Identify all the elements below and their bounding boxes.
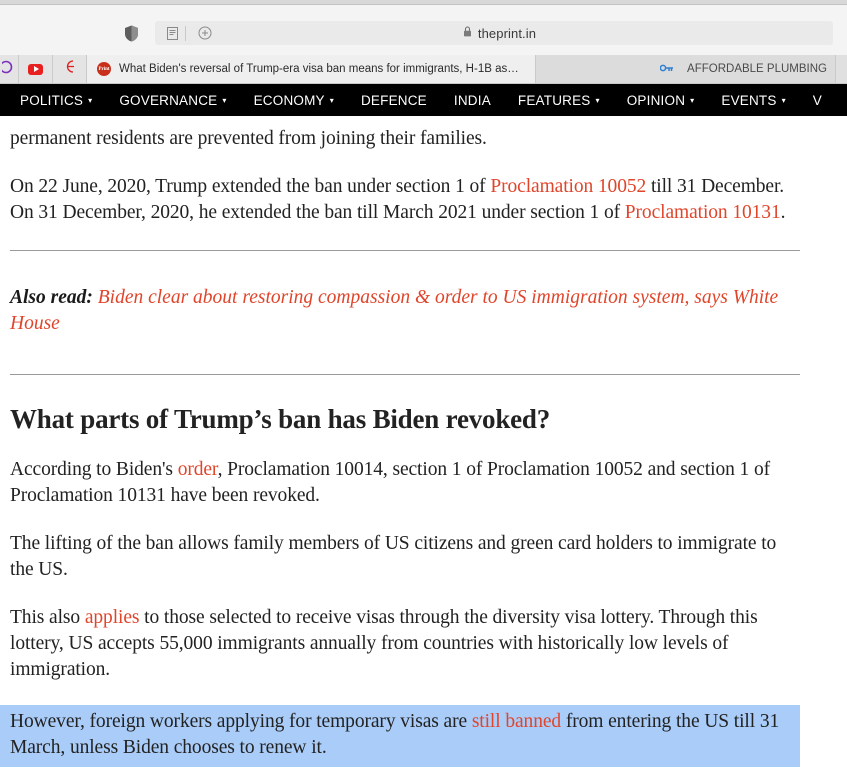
link-proclamation-10131[interactable]: Proclamation 10131 <box>625 202 781 223</box>
nav-label: FEATURES <box>517 92 591 108</box>
nav-label: ECONOMY <box>253 92 325 108</box>
url-text: theprint.in <box>477 25 537 41</box>
red-crescent-icon <box>62 59 77 79</box>
chevron-down-icon: ▾ <box>781 96 786 105</box>
chevron-down-icon: ▾ <box>88 96 93 105</box>
nav-item-events[interactable]: EVENTS ▾ <box>721 93 785 108</box>
zoom-in-icon[interactable] <box>194 23 216 43</box>
nav-label: OPINION <box>626 92 686 108</box>
text-fragment: . <box>780 202 786 223</box>
link-also-read[interactable]: Biden clear about restoring compassion &… <box>10 287 778 334</box>
nav-label: DEFENCE <box>360 92 427 108</box>
link-proclamation-10052[interactable]: Proclamation 10052 <box>490 176 646 197</box>
also-read-block: Also read: Biden clear about restoring c… <box>10 285 800 337</box>
paragraph-selected: However, foreign workers applying for te… <box>0 705 800 767</box>
pinned-tab-youtube[interactable] <box>19 55 53 83</box>
nav-item-features[interactable]: FEATURES ▾ <box>518 93 600 108</box>
text-fragment: However, foreign workers applying for te… <box>10 711 472 732</box>
paragraph-lottery: This also applies to those selected to r… <box>10 605 800 683</box>
chevron-down-icon: ▾ <box>690 96 695 105</box>
tab-active[interactable]: Print What Biden's reversal of Trump-era… <box>87 55 536 83</box>
nav-label: EVENTS <box>721 92 777 108</box>
purple-circle-icon <box>0 60 16 79</box>
nav-item-economy[interactable]: ECONOMY ▾ <box>254 93 334 108</box>
nav-label: POLITICS <box>20 92 84 108</box>
nav-item-governance[interactable]: GOVERNANCE ▾ <box>119 93 226 108</box>
url-bar[interactable]: theprint.in <box>155 21 833 45</box>
padlock-icon <box>463 24 472 42</box>
text-fragment: This also <box>10 607 85 628</box>
chevron-down-icon: ▾ <box>222 96 227 105</box>
section-heading: What parts of Trump’s ban has Biden revo… <box>10 404 551 434</box>
paragraph-order: According to Biden's order, Proclamation… <box>10 457 800 509</box>
tab-title: AFFORDABLE PLUMBING <box>687 63 827 75</box>
nav-label: GOVERNANCE <box>119 92 218 108</box>
browser-toolbar: theprint.in <box>0 5 847 55</box>
chevron-down-icon: ▾ <box>329 96 334 105</box>
key-icon <box>659 60 679 78</box>
chevron-down-icon: ▾ <box>595 96 600 105</box>
tab-strip: Print What Biden's reversal of Trump-era… <box>0 55 847 84</box>
link-applies[interactable]: applies <box>85 607 140 628</box>
url-display[interactable]: theprint.in <box>216 24 783 42</box>
tab-title: What Biden's reversal of Trump-era visa … <box>119 63 525 75</box>
nav-item-truncated[interactable]: V <box>813 93 822 108</box>
paragraph-lifting: The lifting of the ban allows family mem… <box>10 533 777 580</box>
shield-icon[interactable] <box>124 25 139 42</box>
article-body: permanent residents are prevented from j… <box>0 116 847 767</box>
link-order[interactable]: order <box>178 459 218 480</box>
paragraph-proclamations: On 22 June, 2020, Trump extended the ban… <box>10 174 800 226</box>
nav-item-opinion[interactable]: OPINION ▾ <box>627 93 695 108</box>
toolbar-divider <box>185 25 186 41</box>
site-navigation-bar: POLITICS ▾ GOVERNANCE ▾ ECONOMY ▾ DEFENC… <box>0 84 847 116</box>
link-still-banned[interactable]: still banned <box>472 711 561 732</box>
youtube-icon <box>28 63 43 75</box>
nav-label: V <box>812 92 823 108</box>
pinned-tab-3[interactable] <box>53 55 87 83</box>
theprint-favicon: Print <box>97 62 111 76</box>
nav-item-defence[interactable]: DEFENCE <box>361 93 427 108</box>
also-read-label: Also read: <box>10 286 93 308</box>
paragraph-continuation: permanent residents are prevented from j… <box>10 128 487 149</box>
nav-item-india[interactable]: INDIA <box>454 93 491 108</box>
text-fragment: According to Biden's <box>10 459 178 480</box>
nav-label: INDIA <box>453 92 491 108</box>
nav-item-politics[interactable]: POLITICS ▾ <box>20 93 92 108</box>
browser-chrome: theprint.in Print What Biden's reversal … <box>0 0 847 84</box>
reader-view-icon[interactable] <box>161 23 183 43</box>
pinned-tab-1[interactable] <box>0 55 19 83</box>
text-fragment: On 22 June, 2020, Trump extended the ban… <box>10 176 491 197</box>
tab-inactive[interactable]: AFFORDABLE PLUMBING <box>536 55 836 83</box>
